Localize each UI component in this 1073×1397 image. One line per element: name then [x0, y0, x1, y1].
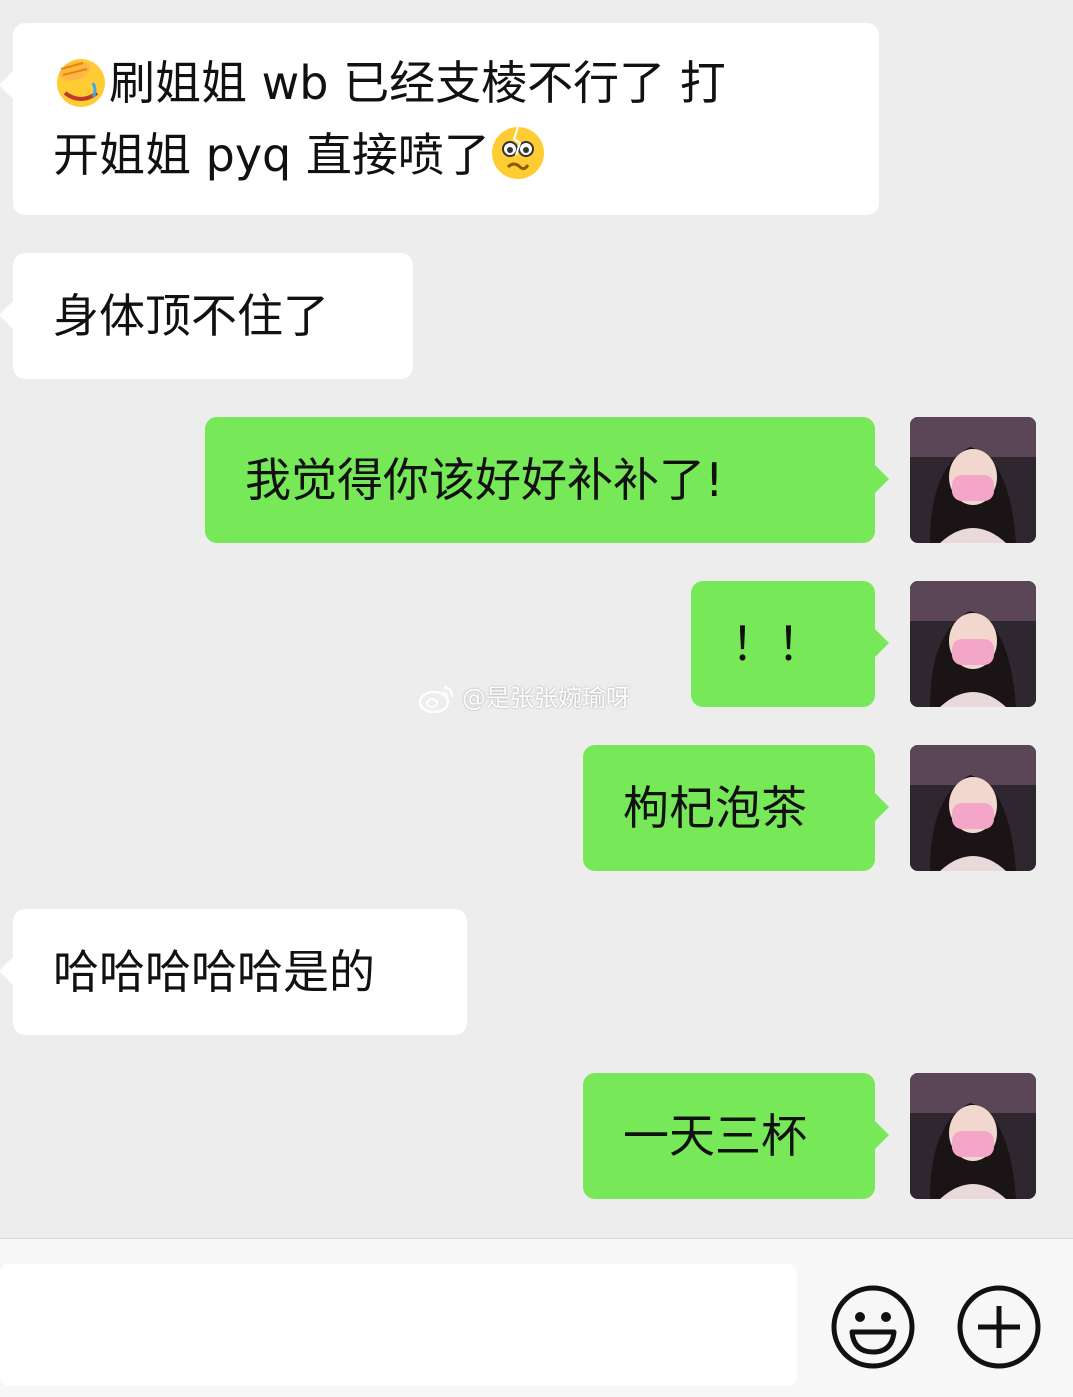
smiley-face-icon — [831, 1285, 915, 1369]
outgoing-message-bubble[interactable]: 一天三杯 — [583, 1073, 889, 1199]
incoming-message-bubble[interactable]: 刷姐姐 wb 已经支棱不行了 打 开姐姐 pyq 直接喷了 — [0, 23, 879, 215]
outgoing-message-bubble[interactable]: ！！ — [691, 581, 889, 707]
chat-input-bar — [0, 1238, 1073, 1397]
nervous-face-emoji-icon — [491, 126, 544, 179]
message-text: 我觉得你该好好补补了! — [245, 453, 724, 507]
plus-circle-icon — [957, 1285, 1041, 1369]
message-text: 开姐姐 pyq 直接喷了 — [53, 128, 490, 182]
message-text: 哈哈哈哈哈是的 — [53, 945, 375, 999]
message-input[interactable] — [0, 1264, 797, 1386]
message-text: 身体顶不住了 — [53, 289, 329, 343]
watermark-text: @是张张婉瑜呀 — [462, 684, 630, 712]
message-text: 刷姐姐 wb 已经支棱不行了 打 — [109, 56, 726, 110]
incoming-message-bubble[interactable]: 身体顶不住了 — [0, 253, 413, 379]
user-avatar[interactable] — [910, 581, 1036, 707]
weibo-logo-icon — [418, 685, 454, 713]
user-avatar[interactable] — [910, 417, 1036, 543]
message-line: 开姐姐 pyq 直接喷了 — [53, 119, 839, 191]
avatar-photo — [910, 745, 1036, 871]
message-text: ！！ — [731, 617, 823, 671]
avatar-photo — [910, 581, 1036, 707]
outgoing-message-bubble[interactable]: 枸杞泡茶 — [583, 745, 889, 871]
avatar-photo — [910, 417, 1036, 543]
outgoing-message-bubble[interactable]: 我觉得你该好好补补了! — [205, 417, 889, 543]
message-text: 枸杞泡茶 — [623, 781, 807, 835]
more-button[interactable] — [956, 1284, 1042, 1370]
user-avatar[interactable] — [910, 1073, 1036, 1199]
message-line: 刷姐姐 wb 已经支棱不行了 打 — [53, 47, 839, 119]
avatar-photo — [910, 1073, 1036, 1199]
facepalm-emoji-icon — [57, 59, 105, 107]
chat-window: 刷姐姐 wb 已经支棱不行了 打 开姐姐 pyq 直接喷了 身体顶不住了 我觉得… — [0, 0, 1073, 1397]
incoming-message-bubble[interactable]: 哈哈哈哈哈是的 — [0, 909, 467, 1035]
message-text: 一天三杯 — [623, 1109, 807, 1163]
weibo-watermark: @是张张婉瑜呀 — [418, 680, 630, 716]
emoji-button[interactable] — [830, 1284, 916, 1370]
user-avatar[interactable] — [910, 745, 1036, 871]
